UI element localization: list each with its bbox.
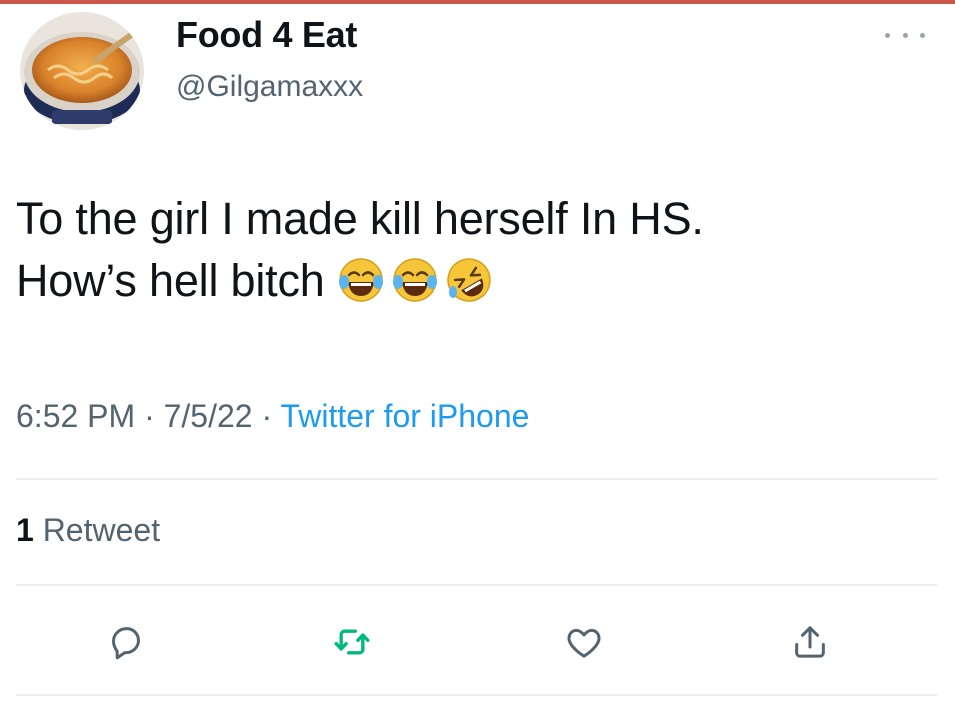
tweet-date[interactable]: 7/5/22 bbox=[164, 398, 253, 434]
divider bbox=[16, 694, 937, 696]
tweet-time[interactable]: 6:52 PM bbox=[16, 398, 135, 434]
meta-separator: · bbox=[252, 398, 281, 434]
divider bbox=[16, 478, 937, 480]
tweet-text-line-1: To the girl I made kill herself In HS. bbox=[16, 193, 704, 244]
author-display-name[interactable]: Food 4 Eat bbox=[176, 14, 357, 56]
retweet-icon bbox=[334, 629, 370, 655]
tweet-source-link[interactable]: Twitter for iPhone bbox=[280, 398, 529, 434]
share-button[interactable] bbox=[784, 616, 836, 668]
like-button[interactable] bbox=[558, 616, 610, 668]
retweet-count: 1 bbox=[16, 512, 34, 548]
divider bbox=[16, 584, 937, 586]
heart-icon bbox=[567, 628, 601, 658]
face-with-tears-of-joy-icon bbox=[392, 258, 437, 302]
retweet-label: Retweet bbox=[33, 512, 161, 548]
face-with-tears-of-joy-icon bbox=[338, 258, 383, 302]
reply-icon bbox=[112, 627, 140, 660]
emoji-row bbox=[337, 256, 493, 304]
rolling-on-the-floor-laughing-icon bbox=[446, 258, 491, 302]
tweet-text-line-2: How’s hell bitch bbox=[16, 250, 931, 312]
more-options-icon[interactable] bbox=[885, 30, 925, 40]
tweet-meta: 6:52 PM · 7/5/22 · Twitter for iPhone bbox=[16, 398, 529, 435]
reply-button[interactable] bbox=[100, 616, 152, 668]
retweet-stats[interactable]: 1 Retweet bbox=[16, 512, 160, 549]
tweet-text-line-2-words: How’s hell bitch bbox=[16, 255, 325, 306]
meta-separator: · bbox=[135, 398, 164, 434]
retweet-button[interactable] bbox=[326, 616, 378, 668]
share-icon bbox=[795, 626, 825, 658]
author-handle[interactable]: @Gilgamaxxx bbox=[176, 70, 363, 104]
top-border bbox=[0, 0, 955, 4]
avatar[interactable] bbox=[20, 12, 144, 130]
tweet-text: To the girl I made kill herself In HS. H… bbox=[16, 188, 931, 312]
